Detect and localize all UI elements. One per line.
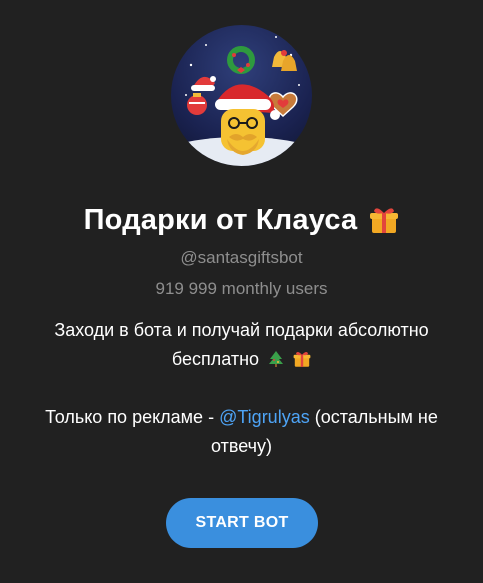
description-text: Только по рекламе - — [45, 407, 220, 427]
mention-link[interactable]: @Tigrulyas — [219, 407, 310, 427]
bot-description: Заходи в бота и получай подарки абсолютн… — [20, 316, 463, 461]
bot-name: Подарки от Клауса — [83, 203, 358, 236]
description-text: (остальным не — [309, 407, 438, 427]
christmas-tree-icon — [268, 350, 284, 368]
monthly-users-count: 919 999 monthly users — [155, 279, 328, 298]
bot-username[interactable]: @santasgiftsbot — [0, 248, 483, 268]
bot-profile: Подарки от Клауса @santasgiftsbot 919 99… — [0, 0, 483, 583]
santa-gifts-avatar-icon — [171, 25, 312, 166]
start-bot-button[interactable]: START BOT — [166, 498, 318, 548]
description-line: Только по рекламе - @Tigrulyas (остальны… — [20, 403, 463, 432]
bot-title-row: Подарки от Клауса — [0, 200, 483, 240]
description-text: бесплатно — [171, 349, 260, 369]
description-line: отвечу) — [210, 436, 272, 456]
gift-icon — [369, 205, 399, 235]
bot-avatar[interactable] — [171, 25, 312, 166]
description-line: бесплатно — [20, 345, 463, 374]
description-line: Заходи в бота и получай подарки абсолютн… — [54, 320, 429, 340]
gift-icon — [293, 350, 311, 368]
